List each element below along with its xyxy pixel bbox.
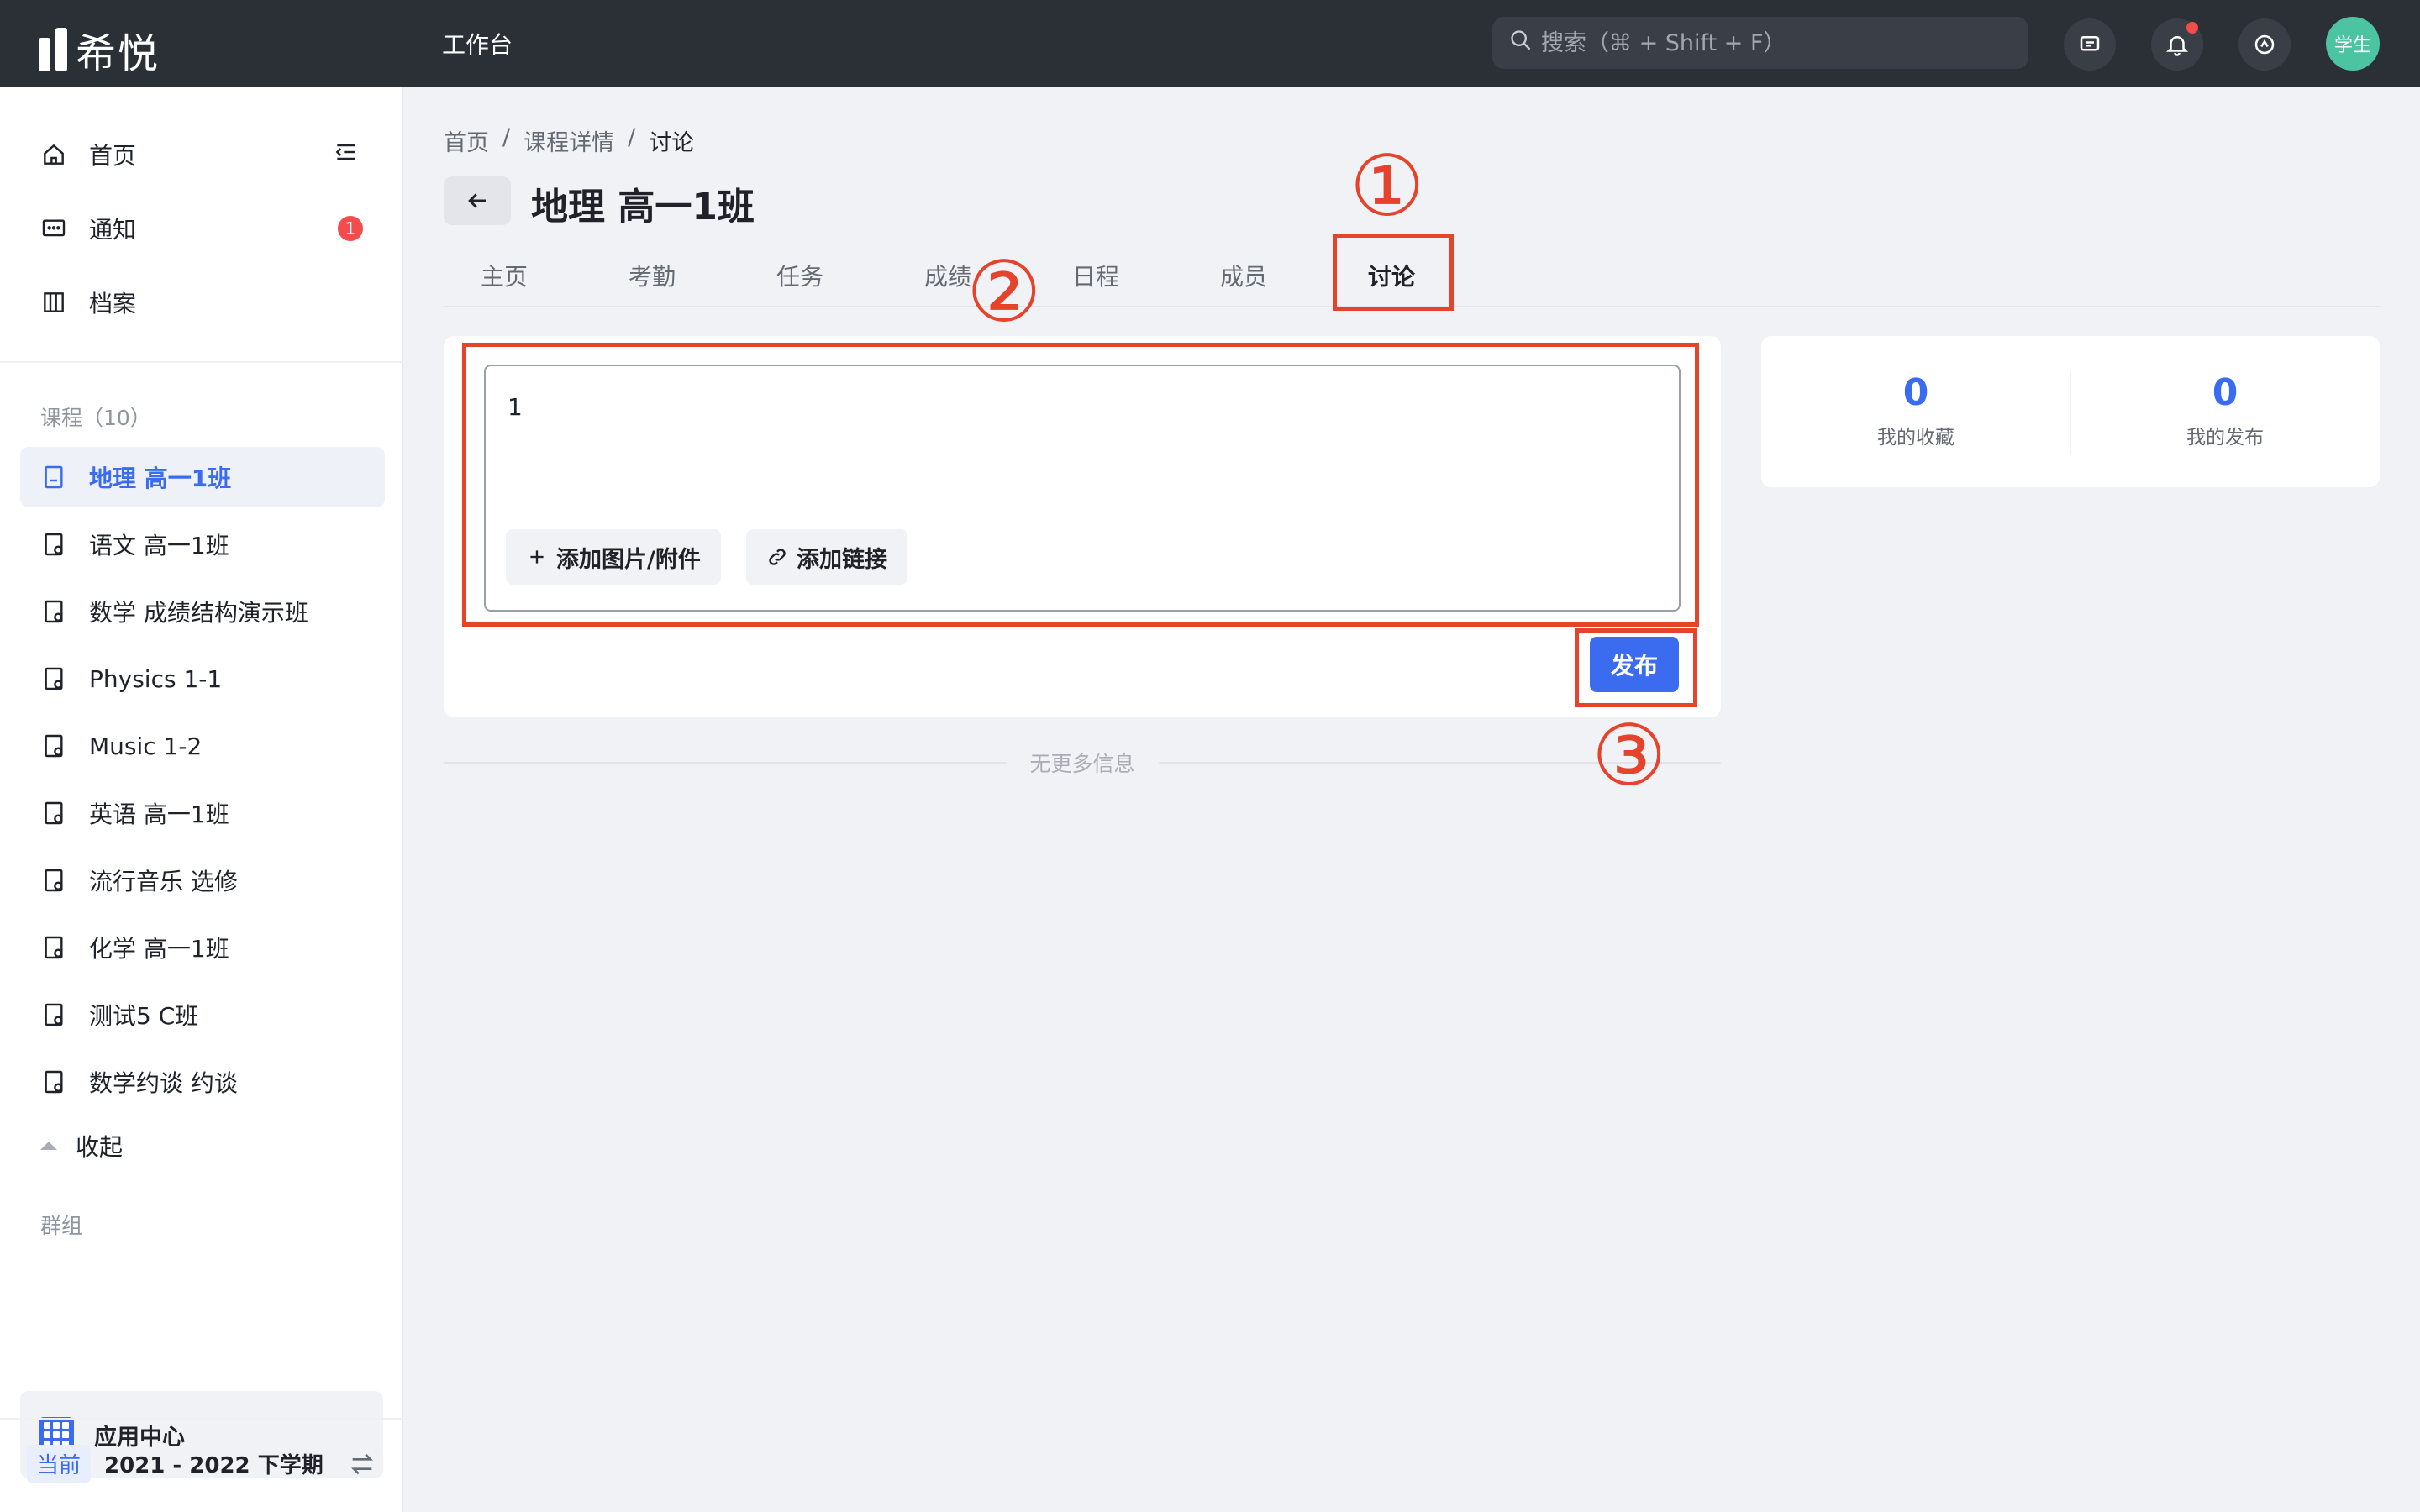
annotation-box-editor xyxy=(462,343,1699,627)
course-label: 语文 高一1班 xyxy=(89,532,229,559)
tab-schedule[interactable]: 日程 xyxy=(1072,259,1119,292)
message-button[interactable] xyxy=(2064,18,2116,71)
favorites-label: 我的收藏 xyxy=(1877,427,1954,449)
course-book-icon xyxy=(45,734,63,758)
breadcrumb-current: 讨论 xyxy=(649,130,695,156)
sidebar-divider xyxy=(0,1418,403,1420)
annotation-number-2: ② xyxy=(966,243,1042,341)
search-input[interactable] xyxy=(1541,29,2012,56)
collapse-courses-button[interactable]: 收起 xyxy=(40,1129,123,1163)
course-label: Music 1-2 xyxy=(89,732,203,760)
search-bar[interactable] xyxy=(1492,17,2028,69)
sidebar-course-item[interactable]: 数学 成绩结构演示班 xyxy=(20,581,385,642)
course-book-icon xyxy=(45,936,63,959)
breadcrumb-separator: / xyxy=(502,124,511,150)
favorites-stat[interactable]: 0 我的收藏 xyxy=(1761,371,2070,449)
course-label: Physics 1-1 xyxy=(89,664,223,693)
notification-button[interactable] xyxy=(2151,18,2203,71)
course-label: 化学 高一1班 xyxy=(89,935,229,963)
breadcrumb-separator: / xyxy=(628,124,636,150)
caret-up-icon xyxy=(40,1142,57,1150)
term-selector[interactable]: 当前 2021 - 2022 下学期 xyxy=(27,1445,324,1483)
breadcrumb: 首页 / 课程详情 / 讨论 xyxy=(444,124,694,157)
sidebar-course-item[interactable]: Music 1-2 xyxy=(20,716,385,776)
course-book-icon xyxy=(45,600,63,623)
collapse-sidebar-icon[interactable] xyxy=(333,139,360,171)
chat-icon xyxy=(2080,36,2100,51)
courses-section-label: 课程（10） xyxy=(40,406,151,430)
bell-icon xyxy=(2165,36,2189,56)
course-book-icon xyxy=(45,869,63,892)
swap-term-icon[interactable] xyxy=(348,1450,376,1482)
collapse-label: 收起 xyxy=(76,1133,124,1161)
course-label: 流行音乐 选修 xyxy=(89,868,238,895)
current-term-tag: 当前 xyxy=(27,1445,92,1483)
course-book-icon xyxy=(45,801,63,825)
page-title: 地理 高一1班 xyxy=(531,186,755,228)
sidebar-course-item[interactable]: 数学约谈 约谈 xyxy=(20,1052,385,1112)
message-icon xyxy=(42,219,66,237)
tab-members[interactable]: 成员 xyxy=(1220,259,1267,292)
breadcrumb-course-detail[interactable]: 课程详情 xyxy=(523,124,614,157)
avatar[interactable]: 学生 xyxy=(2326,17,2380,71)
posts-label: 我的发布 xyxy=(2186,427,2264,449)
groups-section-label: 群组 xyxy=(40,1214,83,1238)
switch-icon xyxy=(2254,34,2275,55)
posts-stat[interactable]: 0 我的发布 xyxy=(2070,371,2380,449)
notification-dot xyxy=(2186,22,2198,34)
course-book-icon xyxy=(45,465,63,489)
favorites-count: 0 xyxy=(1902,371,1929,414)
workbench-title[interactable]: 工作台 xyxy=(442,27,513,60)
annotation-number-1: ① xyxy=(1349,137,1425,235)
sidebar-course-item[interactable]: 语文 高一1班 xyxy=(20,514,385,575)
course-book-icon xyxy=(45,667,63,690)
sidebar-item-notice[interactable]: 通知 1 xyxy=(20,198,385,259)
sidebar-item-label: 通知 xyxy=(89,216,137,244)
course-book-icon xyxy=(45,1070,63,1094)
top-bar: 希悦 工作台 学生 xyxy=(0,0,2420,87)
term-label: 2021 - 2022 下学期 xyxy=(104,1453,324,1478)
sidebar-item-archive[interactable]: 档案 xyxy=(20,272,385,333)
sidebar-item-label: 档案 xyxy=(89,290,137,318)
sidebar-item-label: 首页 xyxy=(89,142,137,170)
home-icon xyxy=(44,144,64,165)
sidebar-course-item[interactable]: 地理 高一1班 xyxy=(20,447,385,507)
course-label: 英语 高一1班 xyxy=(89,801,229,828)
course-label: 数学 成绩结构演示班 xyxy=(89,599,308,627)
posts-count: 0 xyxy=(2212,371,2238,414)
course-label: 测试5 C班 xyxy=(89,1002,199,1030)
tab-tasks[interactable]: 任务 xyxy=(776,259,823,292)
stats-card: 0 我的收藏 0 我的发布 xyxy=(1761,336,2380,487)
notice-badge: 1 xyxy=(338,216,363,241)
sidebar-course-item[interactable]: 化学 高一1班 xyxy=(20,917,385,978)
course-label: 地理 高一1班 xyxy=(89,465,232,492)
back-button[interactable] xyxy=(444,176,511,225)
no-more-text: 无更多信息 xyxy=(1029,752,1135,776)
sidebar-course-item[interactable]: Physics 1-1 xyxy=(20,648,385,709)
sidebar-item-home[interactable]: 首页 xyxy=(20,124,385,185)
annotation-number-3: ③ xyxy=(1591,706,1667,805)
course-book-icon xyxy=(45,533,63,556)
archive-icon xyxy=(44,292,64,312)
sidebar-divider xyxy=(0,361,403,363)
course-book-icon xyxy=(45,1003,63,1026)
arrow-left-icon xyxy=(468,193,486,208)
sidebar-course-item[interactable]: 英语 高一1班 xyxy=(20,783,385,843)
sidebar-course-item[interactable]: 流行音乐 选修 xyxy=(20,850,385,911)
course-label: 数学约谈 约谈 xyxy=(89,1069,238,1097)
annotation-box-tab xyxy=(1333,234,1454,311)
logo-text: 希悦 xyxy=(76,30,160,77)
annotation-box-publish xyxy=(1575,628,1697,707)
no-more-divider: 无更多信息 xyxy=(444,748,1722,778)
app-logo[interactable]: 希悦 xyxy=(39,20,160,79)
sidebar-course-item[interactable]: 测试5 C班 xyxy=(20,984,385,1045)
tab-attendance[interactable]: 考勤 xyxy=(629,259,676,292)
sidebar: 首页 通知 1 档案 课程（10） 地理 高一1班 语文 高一1班 数学 成绩结… xyxy=(0,87,403,1512)
search-icon xyxy=(1509,29,1533,58)
logo-icon xyxy=(39,28,67,71)
tab-grades[interactable]: 成绩 xyxy=(924,259,971,292)
switch-role-button[interactable] xyxy=(2238,18,2291,71)
breadcrumb-home[interactable]: 首页 xyxy=(444,124,489,157)
tab-home[interactable]: 主页 xyxy=(481,259,528,292)
